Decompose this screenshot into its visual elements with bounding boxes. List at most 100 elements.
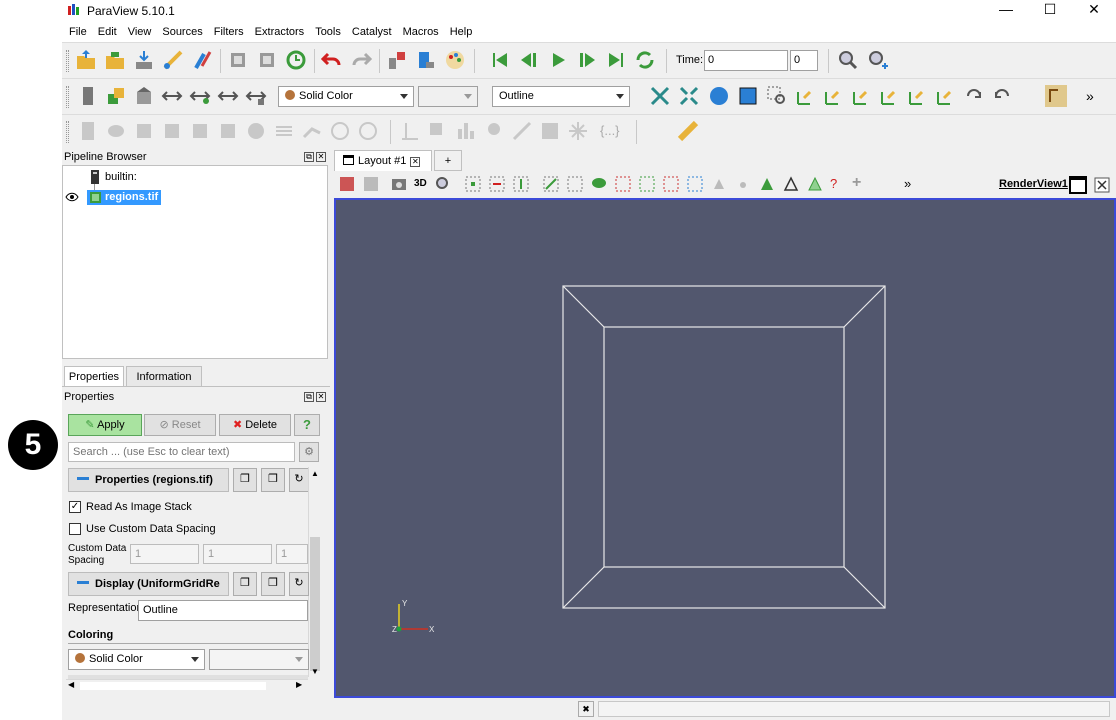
rubber-band-zoom-icon[interactable] xyxy=(765,84,789,108)
menu-sources[interactable]: Sources xyxy=(162,22,202,42)
close-dock-icon[interactable]: ✕ xyxy=(316,152,326,162)
select-triangle-icon[interactable] xyxy=(758,175,776,193)
apply-button[interactable]: ✎ Apply xyxy=(68,414,142,436)
filter-probe-icon[interactable] xyxy=(482,119,506,143)
toggle-3d-button[interactable]: 3D xyxy=(414,178,427,189)
contour-icon[interactable] xyxy=(104,84,128,108)
menu-extractors[interactable]: Extractors xyxy=(255,22,305,42)
ruler-icon[interactable] xyxy=(676,119,700,143)
spacing-z-field[interactable]: 1 xyxy=(276,544,308,564)
menu-help[interactable]: Help xyxy=(450,22,473,42)
advanced-gear-icon[interactable]: ⚙ xyxy=(299,442,319,462)
add-layout-tab[interactable]: + xyxy=(434,150,462,171)
toolbar-more-button[interactable]: » xyxy=(1086,88,1094,104)
disconnect-icon[interactable] xyxy=(190,48,214,72)
reload-display-icon[interactable]: ↻ xyxy=(289,572,309,596)
scrollbar-thumb[interactable] xyxy=(310,537,320,671)
play-icon[interactable] xyxy=(546,48,570,72)
menu-edit[interactable]: Edit xyxy=(98,22,117,42)
toolbar-grip[interactable] xyxy=(66,86,69,108)
render-view[interactable]: Y X Z xyxy=(334,198,1116,698)
close-tab-icon[interactable]: ✕ xyxy=(410,157,421,167)
load-state-icon[interactable] xyxy=(103,48,127,72)
view-minus-z-icon[interactable] xyxy=(934,84,958,108)
paste-properties-icon[interactable]: ❐ xyxy=(261,468,285,492)
coloring-component-select[interactable] xyxy=(209,649,309,670)
view-minus-x-icon[interactable] xyxy=(822,84,846,108)
filter-python-icon[interactable]: {...} xyxy=(600,123,620,138)
menu-macros[interactable]: Macros xyxy=(403,22,439,42)
filter-plot-data-icon[interactable] xyxy=(426,119,450,143)
filter-plot-line-icon[interactable] xyxy=(398,119,422,143)
grow-selection-icon[interactable] xyxy=(638,175,656,193)
reset-session-icon[interactable] xyxy=(284,48,308,72)
find-data-icon[interactable] xyxy=(414,48,438,72)
select-triangle-cells-icon[interactable] xyxy=(806,175,824,193)
tab-layout-1[interactable]: Layout #1 ✕ xyxy=(334,150,432,171)
reset-button[interactable]: ⊘ Reset xyxy=(144,414,216,436)
view-minus-y-icon[interactable] xyxy=(878,84,902,108)
status-cancel-icon[interactable]: ✖ xyxy=(578,701,594,717)
close-button[interactable]: ✕ xyxy=(1072,0,1116,20)
connect-icon[interactable] xyxy=(161,48,185,72)
hover-cells-icon[interactable] xyxy=(734,175,752,193)
pipeline-root[interactable]: builtin: xyxy=(105,171,137,183)
minimize-button[interactable]: — xyxy=(984,0,1028,20)
reset-camera-icon[interactable] xyxy=(648,84,672,108)
select-cells-through-icon[interactable] xyxy=(512,175,530,193)
menu-catalyst[interactable]: Catalyst xyxy=(352,22,392,42)
rotate-plus-90-icon[interactable] xyxy=(962,84,986,108)
visibility-eye-icon[interactable] xyxy=(65,192,79,202)
maximize-view-icon[interactable] xyxy=(1068,175,1088,195)
glyph-icon[interactable] xyxy=(244,84,268,108)
menu-file[interactable]: File xyxy=(69,22,87,42)
maximize-button[interactable]: ☐ xyxy=(1028,0,1072,20)
filter-slice-icon[interactable] xyxy=(160,119,184,143)
select-points-on-icon[interactable] xyxy=(488,175,506,193)
filter-plot-selection-icon[interactable] xyxy=(538,119,562,143)
time-input[interactable]: 0 xyxy=(704,50,788,71)
filter-clip-icon[interactable] xyxy=(132,119,156,143)
zoom-closest-icon[interactable] xyxy=(866,48,890,72)
help-query-icon[interactable]: ? xyxy=(830,176,837,191)
select-cells-on-icon[interactable] xyxy=(464,175,482,193)
select-points-through-icon[interactable] xyxy=(542,175,560,193)
toolbar-grip[interactable] xyxy=(66,121,69,143)
menu-view[interactable]: View xyxy=(128,22,152,42)
properties-hscrollbar[interactable]: ◀ ▶ xyxy=(66,679,308,692)
select-block-icon[interactable] xyxy=(566,175,584,193)
filter-threshold-icon[interactable] xyxy=(188,119,212,143)
undo-icon[interactable] xyxy=(320,48,344,72)
properties-search-input[interactable] xyxy=(68,442,295,462)
coloring-select[interactable]: Solid Color xyxy=(68,649,205,670)
menu-tools[interactable]: Tools xyxy=(315,22,341,42)
copy-display-icon[interactable]: ❐ xyxy=(233,572,257,596)
color-by-select[interactable]: Solid Color xyxy=(278,86,414,107)
hscrollbar-track[interactable] xyxy=(80,682,266,690)
view-toolbar-more-button[interactable]: » xyxy=(904,176,911,191)
toggle-center-axes-icon[interactable] xyxy=(1044,84,1068,108)
use-custom-spacing-checkbox[interactable] xyxy=(69,523,81,535)
display-representation-select[interactable]: Outline xyxy=(138,600,308,621)
next-frame-icon[interactable] xyxy=(575,48,599,72)
first-frame-icon[interactable] xyxy=(488,48,512,72)
threshold-icon[interactable] xyxy=(188,84,212,108)
scroll-right-icon[interactable]: ▶ xyxy=(296,680,302,689)
scroll-down-icon[interactable]: ▼ xyxy=(311,667,319,676)
scroll-up-icon[interactable]: ▲ xyxy=(311,469,319,478)
render-view-name[interactable]: RenderView1 xyxy=(999,178,1068,190)
zoom-to-data-icon[interactable] xyxy=(707,84,731,108)
calculator-icon[interactable] xyxy=(76,84,100,108)
undo-camera-icon[interactable] xyxy=(226,48,250,72)
filter-warp-icon[interactable] xyxy=(300,119,324,143)
zoom-data-icon[interactable] xyxy=(836,48,860,72)
hover-points-icon[interactable] xyxy=(710,175,728,193)
filter-snowflake-icon[interactable] xyxy=(566,119,590,143)
select-polygon-icon[interactable] xyxy=(614,175,632,193)
filter-group-icon[interactable] xyxy=(328,119,352,143)
float-dock-icon[interactable]: ⧉ xyxy=(304,392,314,402)
rotate-minus-90-icon[interactable] xyxy=(990,84,1014,108)
representation-select[interactable]: Outline xyxy=(492,86,630,107)
copy-properties-icon[interactable]: ❐ xyxy=(233,468,257,492)
scroll-left-icon[interactable]: ◀ xyxy=(68,680,74,689)
